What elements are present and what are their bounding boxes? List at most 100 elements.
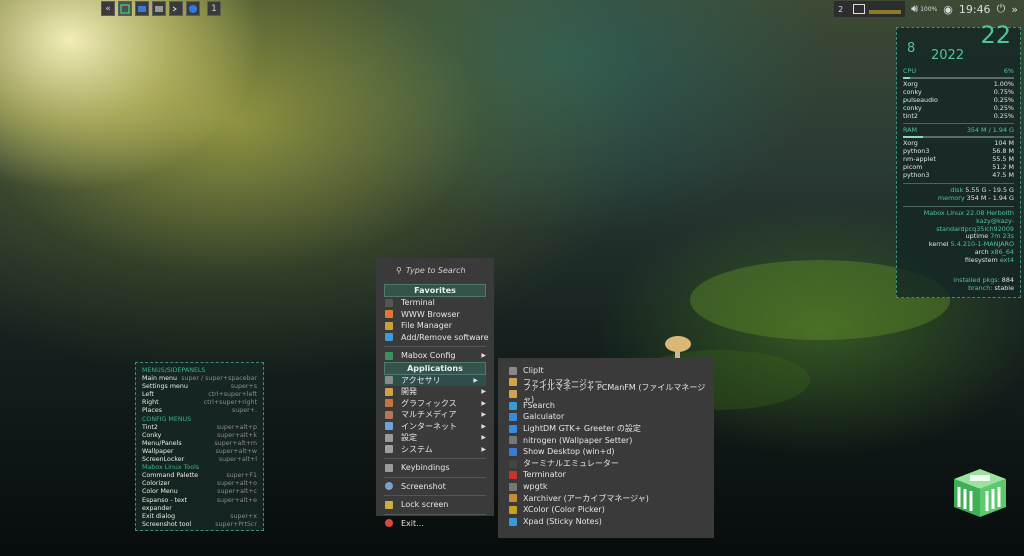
camera-icon[interactable]: ◉ [943,3,953,16]
keybindings-item[interactable]: Keybindings [376,462,494,474]
main-menu: ⚲ Type to Search Favorites Terminal WWW B… [376,258,494,528]
keybinding-row: Right ctrl+super+right [142,399,257,407]
keybinding-row: Wallpaper super+alt+w [142,448,257,456]
conky-month-day: 22 [980,21,1011,49]
favorite-item[interactable]: Add/Remove software [376,332,494,344]
conky-day: 8 [907,41,916,56]
app-icon [509,378,517,387]
terminal-icon[interactable] [169,1,183,16]
keybinding-action: Main menu [142,375,178,383]
favorite-item[interactable]: Terminal [376,297,494,309]
mabox-menu-icon[interactable] [118,1,132,16]
keybinding-action: Colorizer [142,480,170,488]
application-category[interactable]: アクセサリ ▶ [384,374,486,386]
submenu-item[interactable]: Terminator [498,469,714,481]
submenu-item-label: Xarchiver (アーカイブマネージャ) [523,493,649,503]
browser-icon[interactable] [186,1,200,16]
chevron-right-icon: ▶ [481,388,486,395]
submenu-item[interactable]: wpgtk [498,481,714,493]
submenu-item-label: Xpad (Sticky Notes) [523,516,602,526]
submenu-item[interactable]: LightDM GTK+ Greeter の設定 [498,423,714,435]
search-input[interactable]: Type to Search [406,258,466,284]
submenu-item[interactable]: ClipIt [498,365,714,377]
ram-row: RAM 354 M / 1.94 G [903,127,1014,135]
keybinding-action: Color Menu [142,488,178,496]
conky-year: 2022 [931,48,965,63]
keybinding-row: Tint2 super+alt+p [142,424,257,432]
process-row: python3 47.5 M [903,170,1014,180]
category-icon [385,433,393,442]
application-category[interactable]: インターネット ▶ [376,421,494,433]
chevron-right-icon: ▶ [481,445,486,453]
folder-icon[interactable] [135,1,149,16]
cpu-row: CPU 6% [903,67,1014,76]
keybindings-panel: MENUS/SIDEPANELS Main menu super / super+s… [135,362,264,531]
app-icon [509,366,517,375]
application-category[interactable]: 設定 ▶ [376,432,494,444]
power-icon[interactable]: ⏻ [997,2,1006,16]
favorite-item[interactable]: WWW Browser [376,309,494,321]
submenu-item-label: ClipIt [523,366,544,375]
section-title: MENUS/SIDEPANELS [142,367,206,374]
keybinding-shortcut: super / super+spacebar [181,375,257,383]
menu-search[interactable]: ⚲ Type to Search [376,258,494,284]
process-name: python3 [903,170,930,179]
search-icon: ⚲ [396,266,402,275]
submenu-item[interactable]: Xarchiver (アーカイブマネージャ) [498,493,714,505]
collapse-icon[interactable]: « [101,1,115,16]
category-label: マルチメディア [401,410,457,419]
config-icon [385,351,393,360]
favorite-item[interactable]: File Manager [376,320,494,332]
category-icon [385,445,393,454]
submenu-item[interactable]: nitrogen (Wallpaper Setter) [498,435,714,447]
submenu-item[interactable]: ターミナルエミュレーター [498,458,714,470]
chevron-right-icon: ▶ [481,399,486,407]
applications-header: Applications [384,361,486,375]
submenu-item[interactable]: Show Desktop (win+d) [498,446,714,458]
category-label: システム [401,444,433,454]
keybinding-action: Conky [142,431,162,439]
keybinding-shortcut: super+alt+w [215,447,257,455]
keybinding-action: Left [142,391,154,399]
keybinding-row: Color Menu super+alt+c [142,488,257,496]
application-category[interactable]: システム ▶ [376,444,494,456]
exit-item[interactable]: Exit... [376,518,494,530]
application-category[interactable]: 開発 ▶ [376,386,494,398]
desktop-number[interactable]: 2 [838,5,843,14]
keybinding-row: Places super+. [142,407,257,415]
workspace-button[interactable]: 1 [207,1,221,16]
application-category[interactable]: グラフィックス ▶ [376,398,494,410]
clock[interactable]: 19:46 [959,3,991,16]
keybinding-row: Main menu super / super+spacebar [142,375,257,383]
cpu-bar [903,76,1014,79]
keybinding-shortcut: super+PrtScr [215,520,257,528]
volume-icon[interactable]: 🔊︎ [911,2,918,16]
submenu-item[interactable]: Xpad (Sticky Notes) [498,516,714,528]
app-icon [509,389,517,398]
submenu-item[interactable]: ファイルマネージャ PCManFM (ファイルマネージャ) [498,383,714,404]
host-name: kazy@kazy-standardpcq35ich92009 [936,216,1014,233]
keybinding-row: Left ctrl+super+left [142,391,257,399]
keybinding-action: Command Palette [142,472,199,480]
files-icon[interactable] [152,1,166,16]
category-icon [385,387,393,396]
screenshot-item[interactable]: Screenshot [376,481,494,493]
category-label: アクセサリ [401,375,441,385]
chevron-right-icon: ▶ [481,434,486,441]
submenu-item[interactable]: XColor (Color Picker) [498,504,714,516]
keybinding-shortcut: super+alt+e [216,496,257,504]
expand-icon[interactable]: » [1011,3,1018,16]
favorite-label: Add/Remove software [401,332,489,342]
application-category[interactable]: マルチメディア ▶ [376,409,494,421]
favorites-header: Favorites [384,284,486,297]
submenu-item[interactable]: Galculator [498,411,714,423]
mabox-logo-icon [954,469,1006,517]
window-icon[interactable] [853,4,866,14]
app-icon [509,517,517,526]
category-icon [385,410,393,419]
fs-row: filesystem ext4 [964,256,1014,265]
chevron-right-icon: ▶ [481,422,486,430]
mabox-config-item[interactable]: Mabox Config ▶ [376,350,494,362]
lock-screen-item[interactable]: Lock screen [376,499,494,511]
chevron-right-icon: ▶ [481,411,486,418]
